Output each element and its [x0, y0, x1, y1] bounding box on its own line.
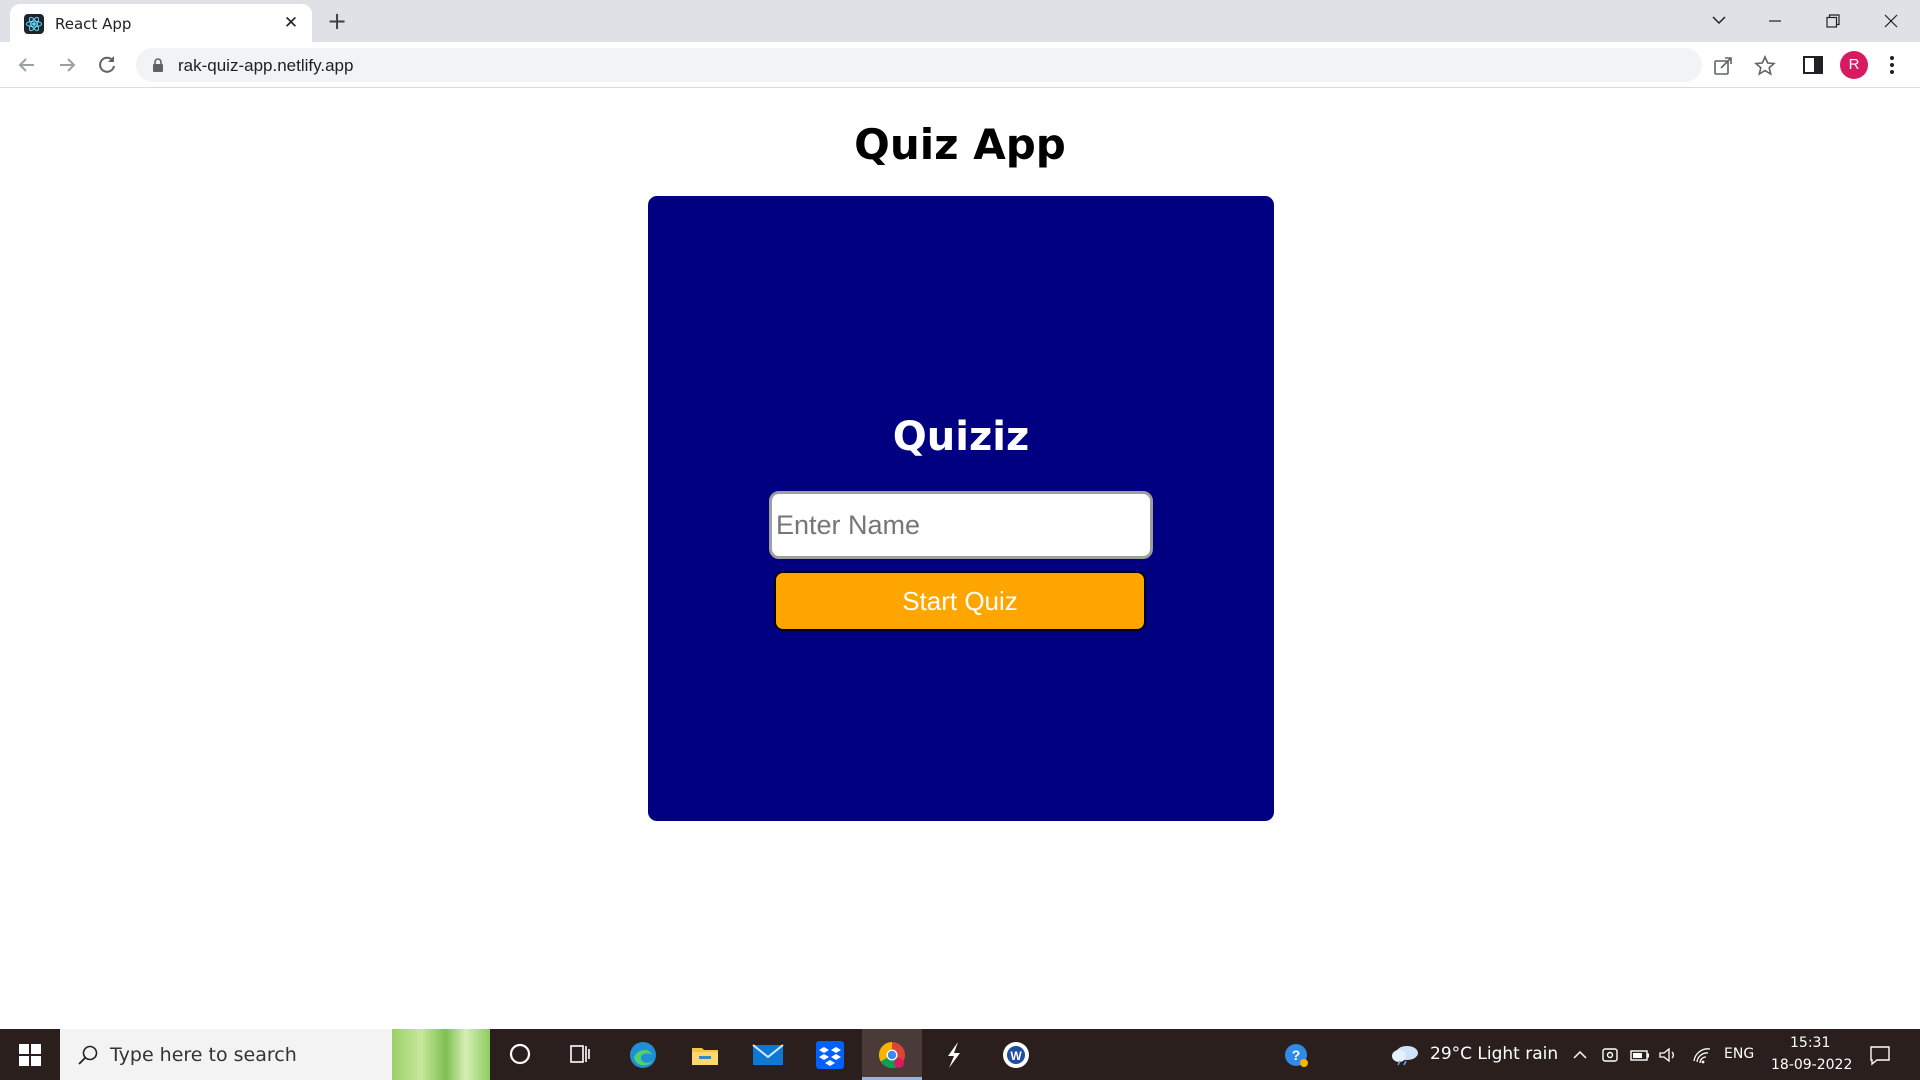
page-content: Quiz App Quiziz Start Quiz	[0, 89, 1920, 1029]
start-quiz-button[interactable]: Start Quiz	[774, 571, 1146, 631]
windows-start-icon[interactable]	[0, 1029, 60, 1080]
weather-cloud-icon[interactable]	[1390, 1042, 1420, 1066]
search-placeholder: Type here to search	[110, 1044, 297, 1066]
reload-icon[interactable]	[93, 51, 121, 79]
forward-arrow-icon[interactable]	[53, 51, 81, 79]
search-highlight-image	[392, 1029, 490, 1080]
dropbox-icon[interactable]	[800, 1029, 860, 1080]
name-input[interactable]	[769, 491, 1153, 559]
profile-avatar[interactable]: R	[1840, 51, 1868, 79]
card-heading: Quiziz	[892, 414, 1030, 460]
minimize-window-icon[interactable]	[1752, 6, 1798, 36]
quiz-start-card: Quiziz Start Quiz	[648, 196, 1274, 821]
task-view-icon[interactable]	[550, 1029, 610, 1080]
battery-icon[interactable]	[1630, 1045, 1650, 1065]
page-title: Quiz App	[854, 120, 1066, 169]
browser-toolbar: rak-quiz-app.netlify.app R	[0, 42, 1920, 88]
tab-react-app[interactable]: React App ✕	[10, 4, 312, 42]
clock-date[interactable]: 18-09-2022	[1771, 1057, 1852, 1073]
tab-search-chevron-icon[interactable]	[1696, 6, 1742, 36]
more-menu-icon[interactable]	[1882, 52, 1902, 78]
notifications-icon[interactable]	[1868, 1043, 1892, 1067]
chrome-icon[interactable]	[862, 1029, 922, 1080]
url-text[interactable]: rak-quiz-app.netlify.app	[178, 56, 353, 76]
chevron-up-icon[interactable]	[1570, 1045, 1590, 1065]
browser-tab-strip: React App ✕ +	[0, 0, 1920, 42]
search-icon	[78, 1045, 98, 1065]
app-s-icon[interactable]	[924, 1029, 984, 1080]
svg-text:?: ?	[1292, 1047, 1301, 1063]
back-arrow-icon[interactable]	[13, 51, 41, 79]
weather-text[interactable]: 29°C Light rain	[1430, 1044, 1558, 1064]
restore-window-icon[interactable]	[1810, 6, 1856, 36]
address-bar[interactable]: rak-quiz-app.netlify.app	[136, 48, 1776, 82]
language-indicator[interactable]: ENG	[1724, 1046, 1754, 1062]
help-icon[interactable]: ?	[1284, 1042, 1310, 1068]
svg-text:W: W	[1010, 1049, 1022, 1063]
windows-taskbar: Type here to search W ? 29°C Light rain …	[0, 1029, 1920, 1080]
tab-title: React App	[55, 15, 132, 33]
new-tab-button[interactable]: +	[324, 8, 350, 34]
edge-icon[interactable]	[613, 1029, 673, 1080]
react-favicon-icon	[24, 14, 44, 34]
wifi-icon[interactable]	[1692, 1045, 1712, 1065]
meet-now-icon[interactable]	[1600, 1045, 1620, 1065]
tab-close-icon[interactable]: ✕	[280, 12, 302, 34]
lock-icon[interactable]	[150, 57, 166, 73]
file-explorer-icon[interactable]	[675, 1029, 735, 1080]
cortana-icon[interactable]	[490, 1029, 550, 1080]
bookmark-star-icon[interactable]	[1754, 55, 1776, 77]
close-window-icon[interactable]	[1868, 6, 1914, 36]
mail-icon[interactable]	[738, 1029, 798, 1080]
clock-time[interactable]: 15:31	[1790, 1035, 1830, 1051]
word-icon[interactable]: W	[986, 1029, 1046, 1080]
taskbar-search-box[interactable]: Type here to search	[60, 1029, 490, 1080]
volume-icon[interactable]	[1658, 1045, 1678, 1065]
share-icon[interactable]	[1712, 55, 1734, 77]
side-panel-icon[interactable]	[1802, 54, 1824, 76]
